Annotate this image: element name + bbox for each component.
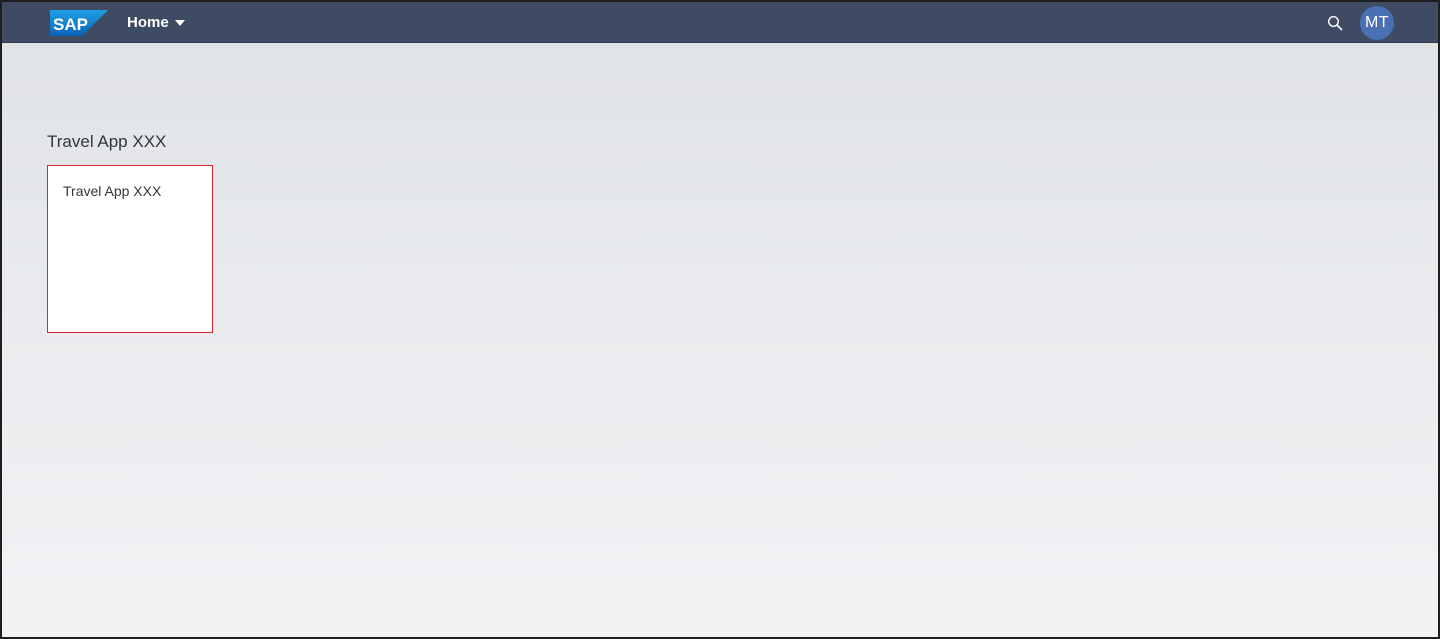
user-avatar[interactable]: MT: [1360, 6, 1394, 40]
shell-bar: SAP Home MT: [2, 2, 1438, 43]
caret-down-icon: [174, 19, 185, 26]
sap-logo[interactable]: SAP: [50, 10, 108, 36]
home-menu-button[interactable]: Home: [127, 2, 185, 43]
logo-text: SAP: [53, 15, 88, 34]
search-icon: [1327, 15, 1343, 31]
home-menu-label: Home: [127, 14, 169, 31]
tile-title: Travel App XXX: [63, 183, 162, 199]
app-window: SAP Home MT Travel App XXX Travel App XX…: [0, 0, 1440, 639]
group-title: Travel App XXX: [47, 132, 167, 151]
search-button[interactable]: [1324, 12, 1346, 34]
app-tile-travel-app[interactable]: Travel App XXX: [47, 165, 213, 333]
